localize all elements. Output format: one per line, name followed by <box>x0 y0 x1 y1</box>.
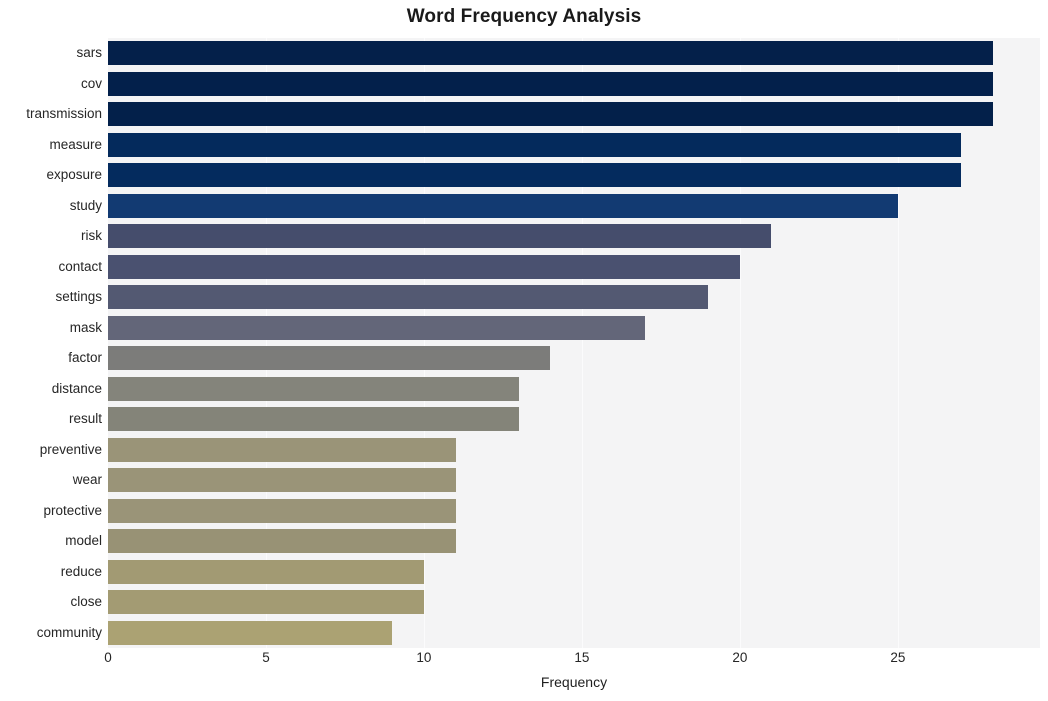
y-tick-label-protective: protective <box>43 502 102 518</box>
bar-study[interactable] <box>108 193 898 218</box>
bar-row <box>108 346 1040 371</box>
bar-risk[interactable] <box>108 224 772 249</box>
y-tick-label-preventive: preventive <box>39 441 102 457</box>
y-tick-label-measure: measure <box>49 136 102 152</box>
x-axis-ticks: 0 5 10 15 20 25 <box>0 650 1048 672</box>
x-tick-label-10: 10 <box>416 650 432 665</box>
bar-cov[interactable] <box>108 71 993 96</box>
y-tick-label-contact: contact <box>58 258 102 274</box>
bar-community[interactable] <box>108 620 393 645</box>
bar-wear[interactable] <box>108 468 456 493</box>
bar-settings[interactable] <box>108 285 709 310</box>
bar-close[interactable] <box>108 590 424 615</box>
bar-row <box>108 132 1040 157</box>
bar-row <box>108 437 1040 462</box>
y-tick-label-exposure: exposure <box>46 167 102 183</box>
bar-row <box>108 41 1040 66</box>
bar-row <box>108 285 1040 310</box>
x-axis-title: Frequency <box>540 674 608 690</box>
bar-row <box>108 620 1040 645</box>
bar-row <box>108 407 1040 432</box>
y-tick-label-mask: mask <box>69 319 102 335</box>
x-tick-label-25: 25 <box>890 650 906 665</box>
bar-row <box>108 254 1040 279</box>
word-frequency-chart: Word Frequency Analysis sars cov transmiss… <box>0 0 1048 701</box>
x-tick-label-0: 0 <box>104 650 112 665</box>
bar-result[interactable] <box>108 407 519 432</box>
y-tick-label-community: community <box>36 624 102 640</box>
y-tick-label-risk: risk <box>81 228 102 244</box>
bar-row <box>108 468 1040 493</box>
y-tick-label-cov: cov <box>80 75 102 91</box>
bar-row <box>108 376 1040 401</box>
y-tick-label-wear: wear <box>72 472 102 488</box>
bars-layer <box>108 38 1040 648</box>
bar-distance[interactable] <box>108 376 519 401</box>
bar-mask[interactable] <box>108 315 646 340</box>
bar-sars[interactable] <box>108 41 993 66</box>
y-tick-label-reduce: reduce <box>60 563 102 579</box>
bar-preventive[interactable] <box>108 437 456 462</box>
bar-transmission[interactable] <box>108 102 993 127</box>
bar-row <box>108 102 1040 127</box>
bar-protective[interactable] <box>108 498 456 523</box>
y-tick-label-transmission: transmission <box>26 106 102 122</box>
x-tick-label-5: 5 <box>262 650 270 665</box>
bar-reduce[interactable] <box>108 559 424 584</box>
chart-title: Word Frequency Analysis <box>406 6 642 27</box>
bar-measure[interactable] <box>108 132 962 157</box>
bar-row <box>108 315 1040 340</box>
bar-row <box>108 163 1040 188</box>
bar-model[interactable] <box>108 529 456 554</box>
bar-row <box>108 224 1040 249</box>
y-axis-labels: sars cov transmission measure exposure study r… <box>0 38 102 648</box>
bar-row <box>108 193 1040 218</box>
y-tick-label-factor: factor <box>68 350 102 366</box>
bar-row <box>108 498 1040 523</box>
bar-row <box>108 529 1040 554</box>
bar-row <box>108 590 1040 615</box>
y-tick-label-distance: distance <box>51 380 102 396</box>
y-tick-label-sars: sars <box>76 45 102 61</box>
y-tick-label-settings: settings <box>55 289 102 305</box>
y-tick-label-study: study <box>69 197 102 213</box>
x-tick-label-15: 15 <box>574 650 590 665</box>
bar-exposure[interactable] <box>108 163 962 188</box>
y-tick-label-model: model <box>65 533 102 549</box>
plot-area <box>108 38 1040 648</box>
bar-contact[interactable] <box>108 254 740 279</box>
bar-row <box>108 559 1040 584</box>
x-tick-label-20: 20 <box>732 650 748 665</box>
y-tick-label-result: result <box>68 411 102 427</box>
bar-row <box>108 71 1040 96</box>
bar-factor[interactable] <box>108 346 551 371</box>
y-tick-label-close: close <box>70 594 102 610</box>
